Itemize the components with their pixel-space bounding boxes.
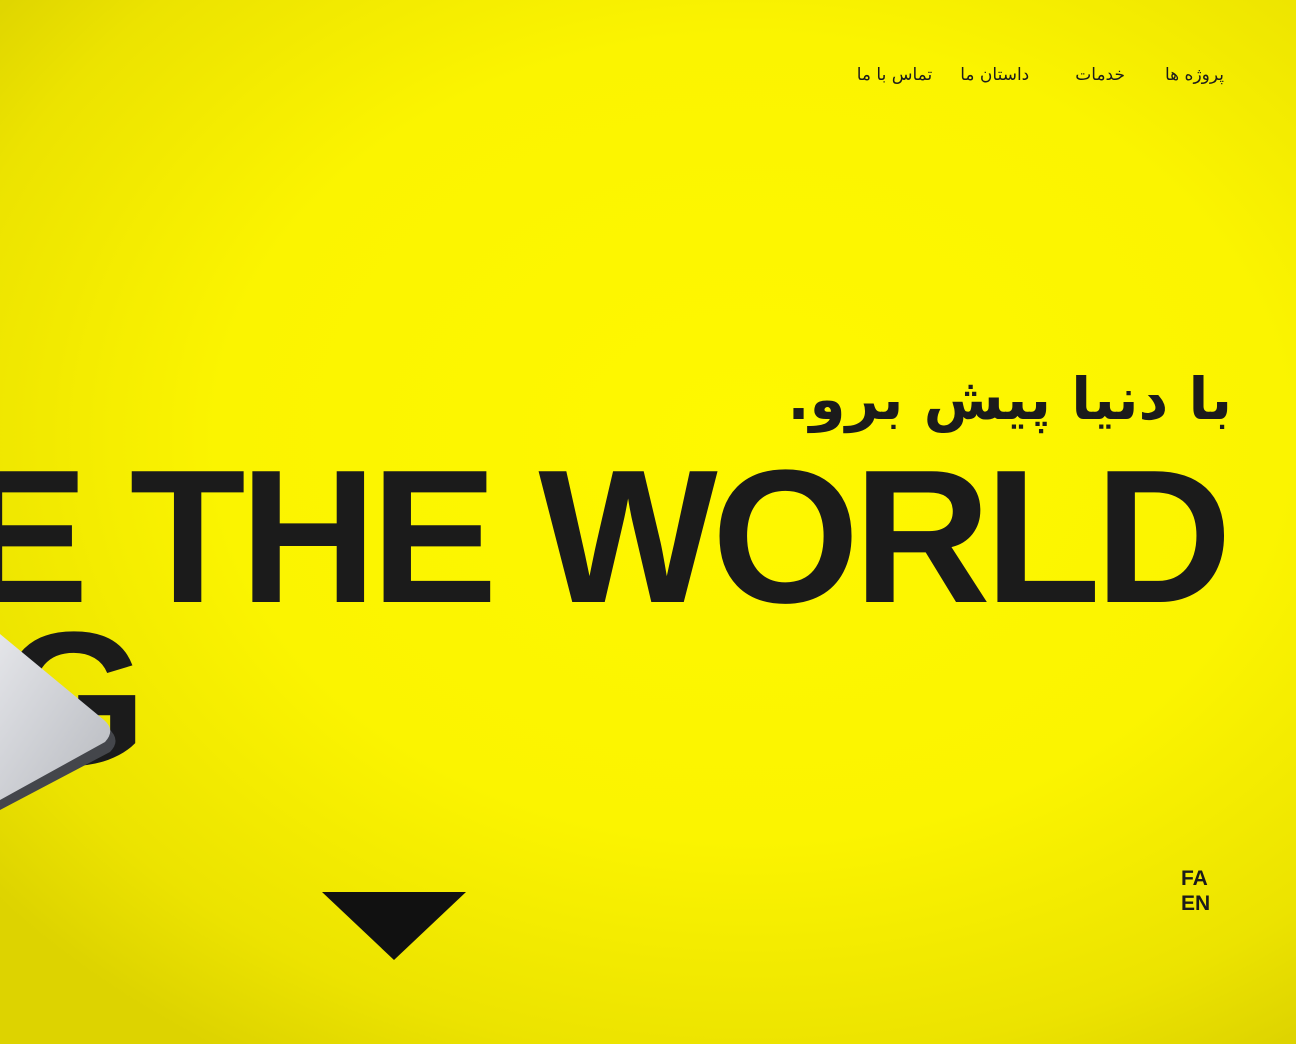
- nav-item-services[interactable]: خدمات: [1075, 62, 1125, 88]
- hero-headline-en-line1: RE THE WORLD: [0, 431, 1232, 643]
- laptop-image: [0, 634, 116, 810]
- language-switcher: FA EN: [1181, 866, 1210, 916]
- scroll-down-arrow-icon[interactable]: [322, 892, 466, 960]
- nav-item-contact[interactable]: تماس با ما: [857, 62, 933, 88]
- language-option-fa[interactable]: FA: [1181, 866, 1210, 891]
- hero-page: پروژه ها خدمات داستان ما تماس با ما با د…: [0, 0, 1296, 1044]
- language-option-en[interactable]: EN: [1181, 891, 1210, 916]
- main-nav: پروژه ها خدمات داستان ما تماس با ما: [857, 62, 1224, 88]
- nav-item-projects[interactable]: پروژه ها: [1165, 62, 1224, 88]
- nav-item-our-story[interactable]: داستان ما: [960, 62, 1029, 88]
